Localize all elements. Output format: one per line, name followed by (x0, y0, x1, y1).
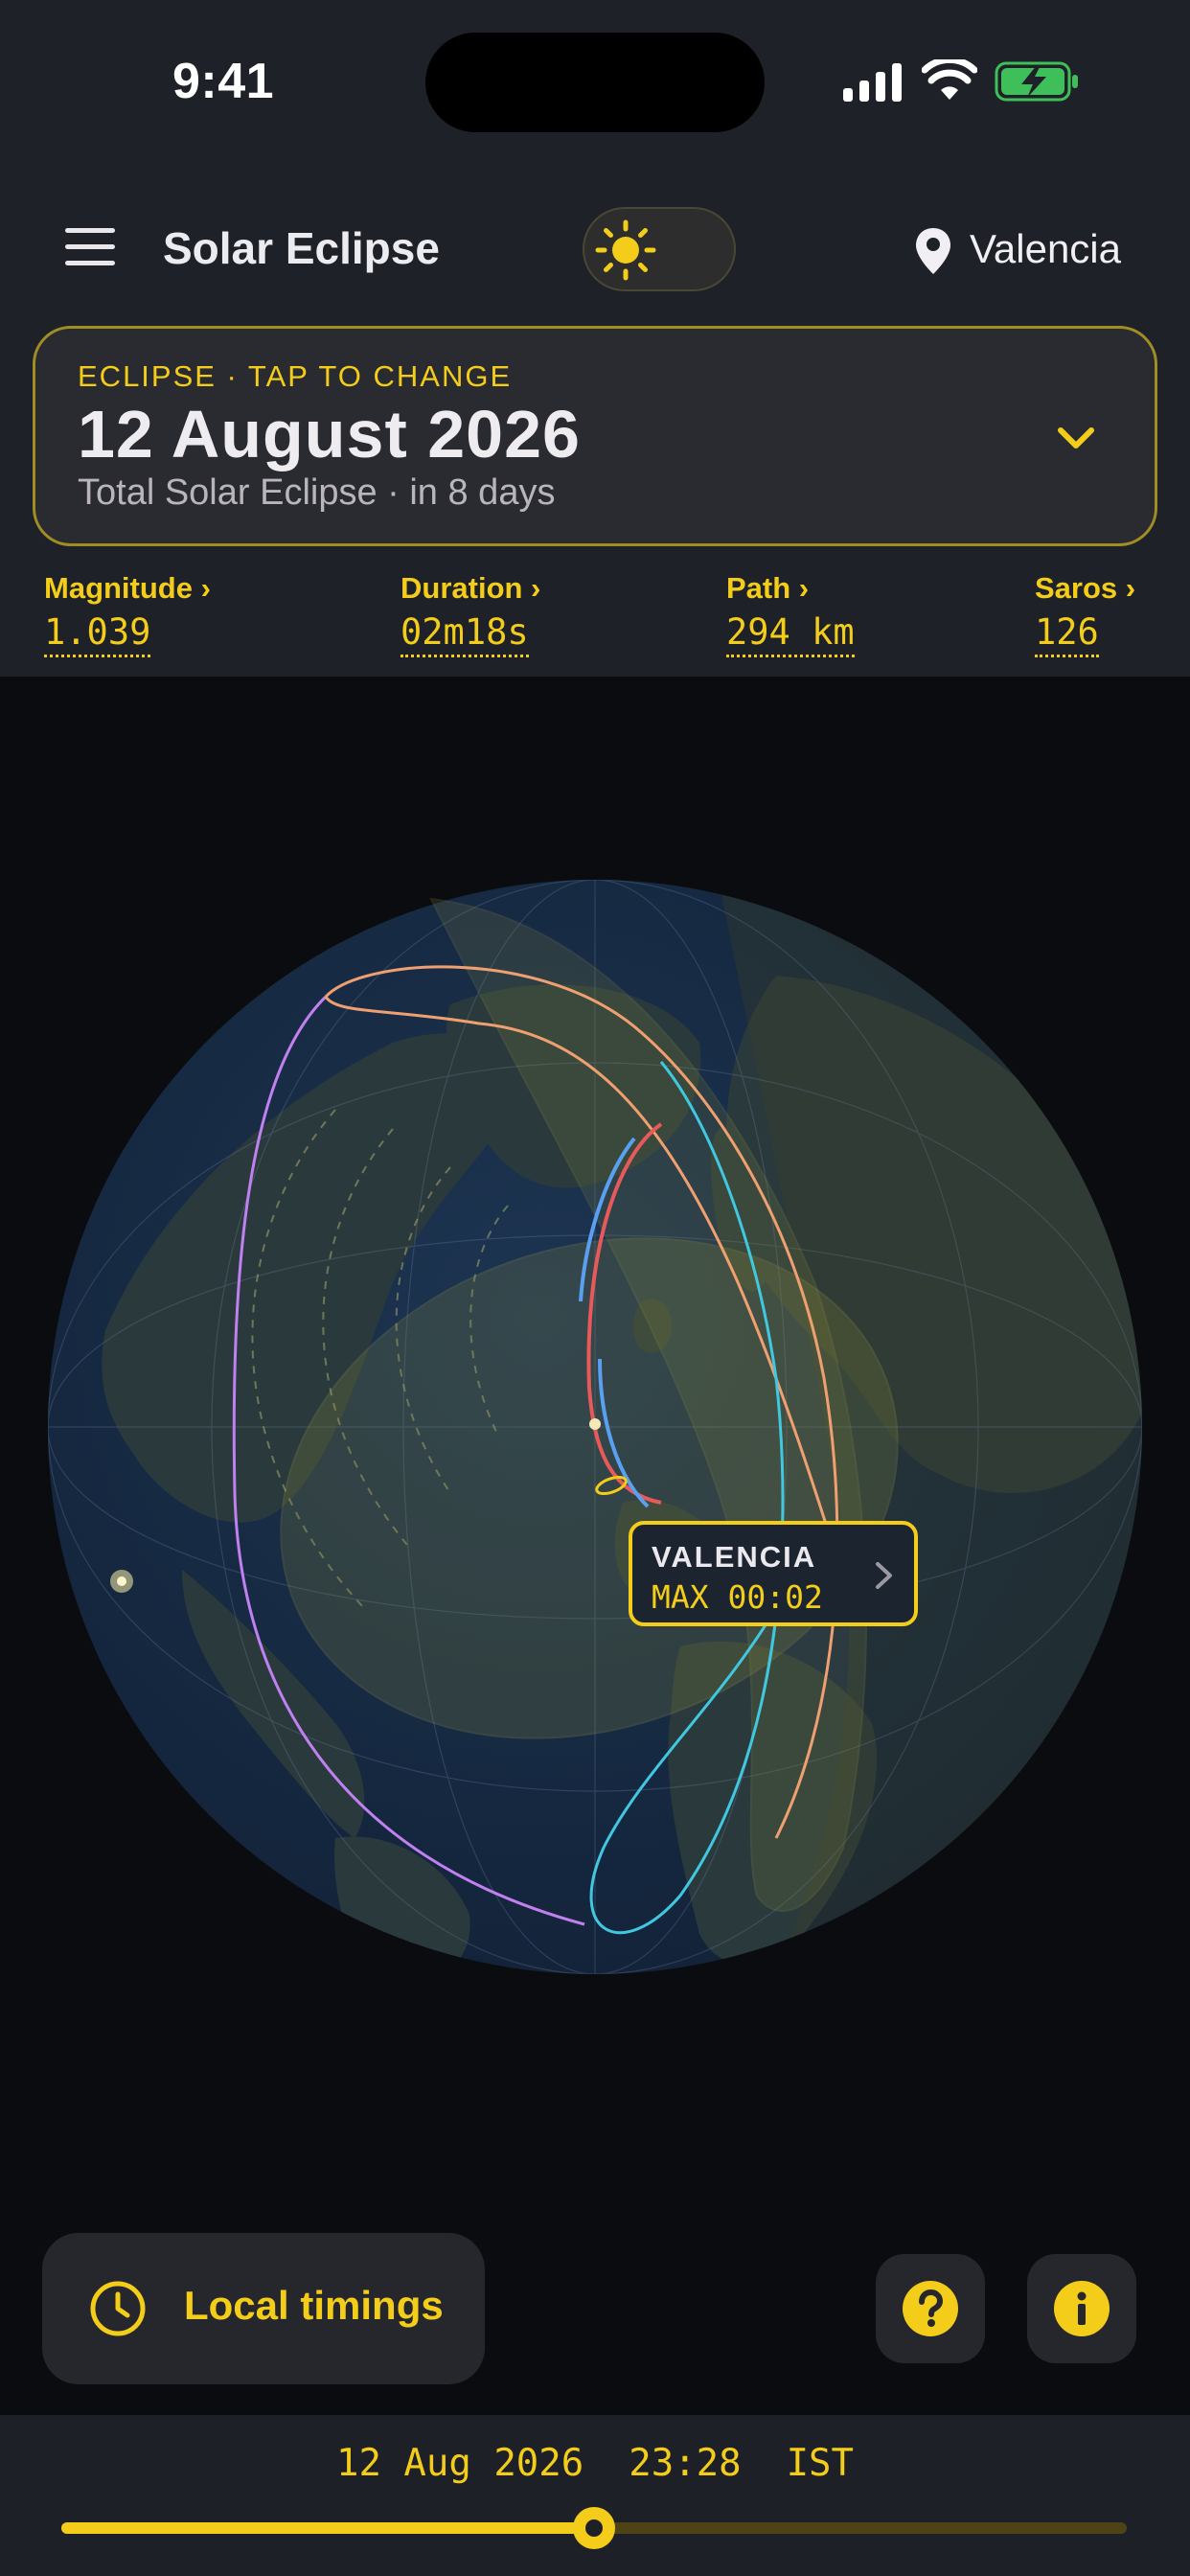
stat-value: 294 km (726, 611, 855, 657)
stat-path[interactable]: Path › 294 km (726, 571, 855, 657)
info-icon (1054, 2281, 1110, 2336)
timeline-slider-fill (61, 2522, 594, 2534)
hamburger-menu-icon[interactable] (65, 228, 119, 270)
battery-charging-icon (995, 61, 1078, 102)
question-icon (903, 2281, 958, 2336)
stat-label: Duration › (400, 571, 541, 605)
help-button[interactable] (876, 2254, 985, 2363)
cellular-signal-icon (843, 63, 902, 102)
wifi-icon (922, 59, 977, 100)
stat-label: Path › (726, 571, 810, 605)
timeline-slider-thumb[interactable] (573, 2507, 615, 2549)
timeline-bar: 12 Aug 2026 23:28 IST (0, 2415, 1190, 2576)
chevron-right-icon (876, 1562, 892, 1589)
stat-value: 126 (1035, 611, 1099, 657)
map-point-marker-core (117, 1576, 126, 1586)
eclipse-kicker: ECLIPSE · TAP TO CHANGE (78, 359, 513, 393)
callout-max-time: MAX 00:02 (652, 1578, 823, 1616)
stat-value: 02m18s (400, 611, 529, 657)
dynamic-island (425, 33, 765, 132)
stat-label: Saros › (1035, 571, 1136, 605)
status-time: 9:41 (172, 54, 275, 109)
stat-value: 1.039 (44, 611, 151, 657)
timeline-readout: 12 Aug 2026 23:28 IST (335, 2442, 855, 2485)
stat-magnitude[interactable]: Magnitude › 1.039 (44, 571, 211, 657)
location-callout[interactable]: VALENCIA MAX 00:02 (629, 1521, 918, 1626)
location-pin-icon[interactable] (914, 226, 952, 276)
eclipse-globe-map[interactable] (48, 880, 1142, 1974)
stats-row: Magnitude › 1.039 Duration › 02m18s Path… (0, 571, 1190, 663)
app-title: Solar Eclipse (163, 223, 440, 273)
app-header: Solar Eclipse Valencia (0, 192, 1190, 307)
stat-duration[interactable]: Duration › 02m18s (400, 571, 540, 657)
eclipse-date: 12 August 2026 (78, 397, 581, 472)
local-timings-button[interactable]: Local timings (42, 2233, 485, 2384)
clock-icon (90, 2281, 146, 2336)
theme-toggle[interactable] (583, 207, 736, 291)
info-button[interactable] (1027, 2254, 1136, 2363)
location-label[interactable]: Valencia (970, 226, 1121, 272)
eclipse-subtitle: Total Solar Eclipse · in 8 days (78, 472, 556, 513)
callout-city: VALENCIA (652, 1540, 817, 1574)
timeline-slider[interactable] (61, 2507, 1127, 2549)
status-bar: 9:41 (0, 0, 1190, 163)
local-timings-label: Local timings (184, 2283, 444, 2328)
sun-icon (595, 219, 656, 281)
stat-label: Magnitude › (44, 571, 211, 605)
greatest-eclipse-marker (589, 1418, 601, 1430)
chevron-down-icon (1058, 427, 1094, 448)
eclipse-selector-card[interactable]: ECLIPSE · TAP TO CHANGE 12 August 2026 T… (33, 326, 1157, 546)
stat-saros[interactable]: Saros › 126 (1035, 571, 1135, 657)
